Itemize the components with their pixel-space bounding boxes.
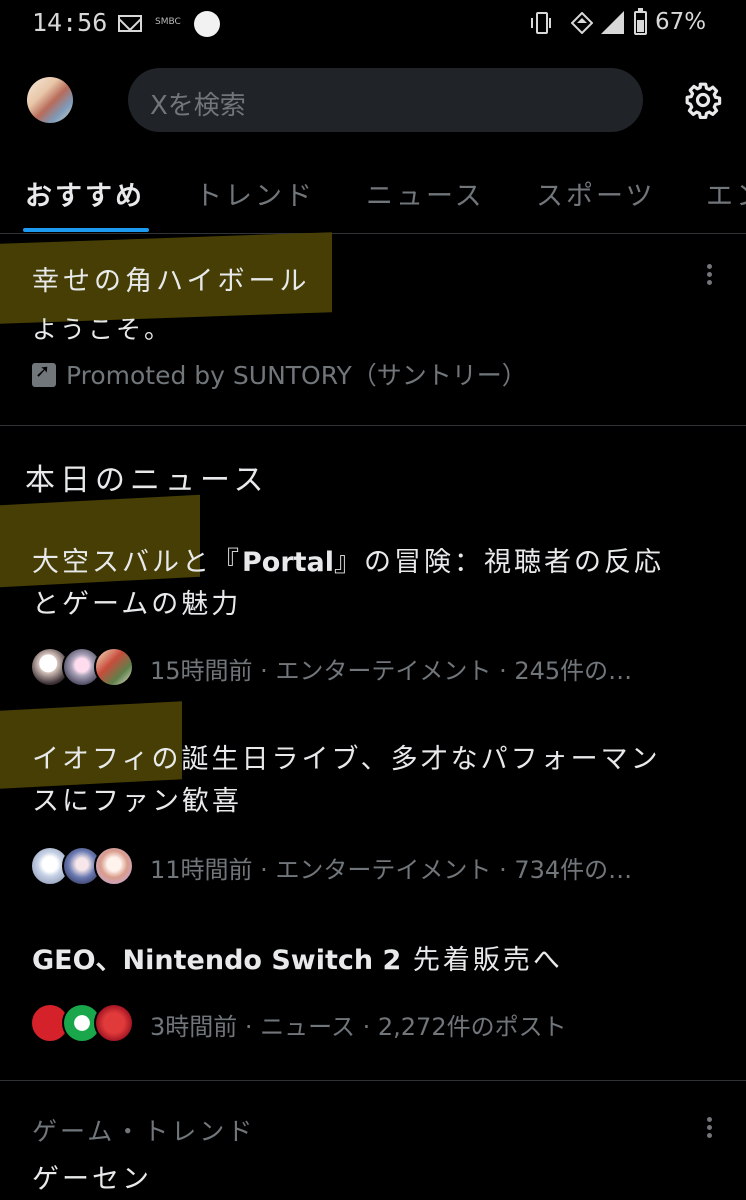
smbc-notification-icon: SMBC [155, 17, 181, 27]
news-title-part: 』の冒険：視聴者の反応 [334, 547, 665, 578]
search-placeholder: Xを検索 [150, 91, 246, 121]
news-title-part: GEO、Nintendo Switch 2 [32, 945, 402, 976]
news-meta-text: 11時間前 · エンターテイメント · 734件の… [150, 856, 633, 884]
divider [0, 1080, 746, 1081]
section-title-todays-news: 本日のニュース [25, 463, 269, 498]
news-title: GEO、Nintendo Switch 2 先着販売へ [32, 940, 722, 982]
news-meta-text: 3時間前 · ニュース · 2,272件のポスト [150, 1013, 567, 1041]
news-title-part: イオフィの誕生日ライブ、多才なパフォーマン [32, 744, 661, 775]
more-options-icon[interactable] [707, 1117, 713, 1141]
signal-icon [601, 11, 624, 34]
news-title-part: スにファン歓喜 [32, 786, 242, 817]
battery-icon [634, 8, 647, 35]
promo-title: 幸せの角ハイボール [32, 266, 311, 297]
more-options-icon[interactable] [707, 264, 713, 288]
active-tab-indicator [23, 228, 149, 232]
divider [0, 425, 746, 426]
avatar [94, 846, 134, 886]
news-title: 大空スバルと『Portal』の冒険：視聴者の反応 とゲームの魅力 [32, 542, 722, 626]
trend-name: ゲーセン [32, 1164, 152, 1195]
news-title-part: 大空スバルと『 [32, 547, 242, 578]
avatar-group [30, 1003, 140, 1043]
news-meta-text: 15時間前 · エンターテイメント · 245件の… [150, 657, 633, 685]
promoted-by: Promoted by SUNTORY（サントリー） [32, 356, 527, 392]
news-title: イオフィの誕生日ライブ、多才なパフォーマン スにファン歓喜 [32, 739, 722, 823]
news-title-part: とゲームの魅力 [32, 589, 242, 620]
promoted-by-text: Promoted by SUNTORY（サントリー） [66, 361, 527, 390]
vibrate-icon [531, 12, 551, 34]
status-time: 14:56 [32, 8, 108, 37]
promoted-icon [32, 361, 56, 387]
battery-percent: 67% [655, 9, 707, 35]
search-input[interactable]: Xを検索 [128, 68, 643, 132]
profile-avatar[interactable] [27, 77, 73, 123]
notification-dot-icon [194, 11, 220, 37]
promo-subtitle: ようこそ。 [32, 315, 173, 344]
data-transfer-icon [571, 12, 593, 34]
tab-entertainment[interactable]: エン [706, 174, 746, 213]
avatar [94, 647, 134, 687]
status-bar: 14:56 SMBC 67% [0, 0, 746, 50]
news-title-part: Portal [242, 547, 335, 578]
news-title-part: 先着販売へ [401, 945, 563, 976]
avatar-group [30, 846, 140, 886]
avatar-group [30, 647, 140, 687]
settings-gear-icon[interactable] [684, 81, 722, 119]
tab-news[interactable]: ニュース [366, 174, 485, 213]
explore-tabs: おすすめ トレンド ニュース スポーツ エン [0, 160, 746, 234]
tab-sports[interactable]: スポーツ [536, 174, 655, 213]
avatar [94, 1003, 134, 1043]
trend-category: ゲーム・トレンド [32, 1117, 256, 1146]
tab-for-you[interactable]: おすすめ [25, 174, 145, 213]
tab-trending[interactable]: トレンド [195, 174, 315, 213]
mail-icon [118, 15, 142, 32]
